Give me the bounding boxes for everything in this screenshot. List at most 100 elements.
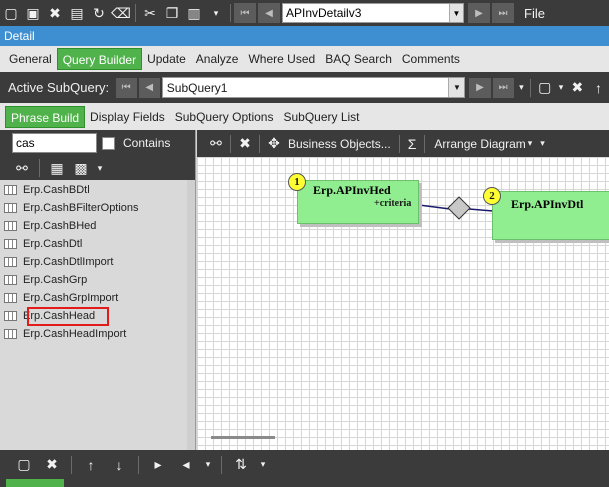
clear-icon[interactable]: ⌫ — [110, 2, 132, 24]
list-item-selected[interactable]: Erp.CashHead — [0, 307, 195, 326]
chevron-down-icon[interactable]: ▾ — [95, 157, 105, 179]
bottom-tab-peek[interactable] — [6, 479, 64, 487]
toolbar-divider — [221, 455, 222, 474]
list-item[interactable]: Erp.CashDtlImport — [0, 253, 195, 271]
last-subquery-button[interactable]: ⏭ — [492, 77, 514, 98]
subquery-combo[interactable]: SubQuery1 ▼ — [161, 77, 466, 98]
delete-subquery-icon[interactable]: ✖ — [567, 77, 588, 99]
subquery-bar: Active SubQuery: ⏮ ◀ SubQuery1 ▼ ▶ ⏭ ▾ ▢… — [0, 72, 609, 103]
link-icon[interactable]: ⚯ — [12, 157, 32, 179]
business-objects-button[interactable]: Business Objects... — [288, 137, 391, 151]
tab-query-builder[interactable]: Query Builder — [56, 48, 143, 70]
refresh-icon[interactable]: ↻ — [88, 2, 110, 24]
table-icon[interactable]: ▦ — [47, 157, 67, 179]
delete-icon[interactable]: ✖ — [40, 454, 64, 476]
list-item[interactable]: Erp.CashBFilterOptions — [0, 199, 195, 217]
tab-phrase-build[interactable]: Phrase Build — [5, 105, 86, 128]
last-record-button[interactable]: ⏭ — [492, 3, 514, 23]
contains-label: Contains — [123, 136, 171, 150]
tab-general[interactable]: General — [4, 48, 57, 70]
table-icon — [4, 311, 17, 321]
list-item[interactable]: Erp.CashGrpImport — [0, 289, 195, 307]
list-item-label: Erp.CashBDtl — [23, 184, 90, 196]
tab-update[interactable]: Update — [142, 48, 191, 70]
subquery-value: SubQuery1 — [166, 80, 228, 95]
tab-comments[interactable]: Comments — [397, 48, 465, 70]
chevron-down-icon[interactable]: ▾ — [202, 454, 214, 476]
arrow-right-icon[interactable]: ▸ — [146, 454, 170, 476]
chevron-down-icon[interactable]: ▼ — [448, 78, 465, 97]
delete-icon[interactable]: ✖ — [44, 2, 66, 24]
table-icon — [4, 203, 17, 213]
copy-icon[interactable]: ❐ — [161, 2, 183, 24]
query-diagram-canvas[interactable]: Erp.APInvHed +criteria 1 Erp.APInvDtl 2 — [197, 157, 609, 450]
chevron-down-icon[interactable]: ▾ — [528, 138, 533, 149]
table-node-apinvdtl[interactable]: Erp.APInvDtl — [492, 191, 609, 240]
tab-subquery-options[interactable]: SubQuery Options — [170, 106, 279, 128]
tab-display-fields[interactable]: Display Fields — [85, 106, 170, 128]
business-objects-icon[interactable]: ✥ — [263, 133, 285, 155]
summary-button[interactable]: Σ — [403, 136, 422, 152]
first-record-button[interactable]: ⏮ — [234, 3, 256, 23]
query-id-combo[interactable]: APInvDetailv3 ▼ — [282, 3, 464, 23]
table-tools-row: ⚯ ▦ ▩ ▾ — [0, 156, 195, 180]
chevron-down-icon[interactable]: ▾ — [516, 77, 528, 99]
list-item-label: Erp.CashDtlImport — [23, 256, 114, 268]
chevron-down-icon[interactable]: ▼ — [449, 4, 463, 22]
arrow-left-icon[interactable]: ◂ — [174, 454, 198, 476]
table-group-icon[interactable]: ▩ — [71, 157, 91, 179]
new-subquery-icon[interactable]: ▢ — [534, 77, 555, 99]
list-item[interactable]: Erp.CashDtl — [0, 235, 195, 253]
close-icon[interactable]: ✖ — [234, 133, 256, 155]
list-item-label: Erp.CashBFilterOptions — [23, 202, 139, 214]
chevron-down-icon[interactable]: ▾ — [257, 454, 269, 476]
table-icon — [4, 329, 17, 339]
table-search-input[interactable] — [12, 133, 97, 153]
link-icon[interactable]: ⚯ — [205, 133, 227, 155]
first-subquery-button[interactable]: ⏮ — [115, 77, 137, 98]
file-menu[interactable]: File — [524, 6, 545, 21]
next-record-button[interactable]: ▶ — [468, 3, 490, 23]
tab-baq-search[interactable]: BAQ Search — [320, 48, 397, 70]
sort-icon[interactable]: ⇅ — [229, 454, 253, 476]
next-subquery-button[interactable]: ▶ — [469, 77, 491, 98]
highlight-box — [27, 307, 109, 326]
main-tabs: General Query Builder Update Analyze Whe… — [0, 46, 609, 72]
diagram-toolbar: ⚯ ✖ ✥ Business Objects... Σ Arrange Diag… — [197, 130, 609, 157]
node-number-badge: 1 — [288, 173, 306, 191]
arrow-up-icon[interactable]: ↑ — [79, 454, 103, 476]
new-icon[interactable]: ▢ — [0, 2, 22, 24]
list-item[interactable]: Erp.CashHeadImport — [0, 325, 195, 343]
horizontal-scrollbar[interactable] — [211, 436, 275, 439]
vertical-scrollbar[interactable] — [187, 180, 195, 450]
chevron-down-icon[interactable]: ▾ — [555, 77, 567, 99]
chevron-down-icon[interactable]: ▾ — [205, 2, 227, 24]
cut-icon[interactable]: ✂ — [139, 2, 161, 24]
chevron-down-icon[interactable]: ▾ — [540, 138, 545, 149]
paste-icon[interactable]: ▥ — [183, 2, 205, 24]
arrange-diagram-button[interactable]: Arrange Diagram — [434, 137, 525, 151]
tab-analyze[interactable]: Analyze — [191, 48, 244, 70]
list-item-label: Erp.CashHeadImport — [23, 328, 127, 340]
new-icon[interactable]: ▢ — [12, 454, 36, 476]
attachment-icon[interactable]: ▤ — [66, 2, 88, 24]
toolbar-divider — [138, 455, 139, 474]
top-toolbar: ▢ ▣ ✖ ▤ ↻ ⌫ ✂ ❐ ▥ ▾ ⏮ ◀ APInvDetailv3 ▼ … — [0, 0, 609, 26]
bottom-strip — [0, 479, 609, 487]
list-item[interactable]: Erp.CashBDtl — [0, 181, 195, 199]
criteria-link[interactable]: +criteria — [374, 198, 411, 209]
list-item[interactable]: Erp.CashGrp — [0, 271, 195, 289]
toolbar-divider — [259, 134, 260, 153]
arrow-down-icon[interactable]: ↓ — [107, 454, 131, 476]
tab-subquery-list[interactable]: SubQuery List — [278, 106, 364, 128]
tab-where-used[interactable]: Where Used — [243, 48, 320, 70]
table-icon — [4, 239, 17, 249]
table-icon — [4, 185, 17, 195]
table-node-apinvhed[interactable]: Erp.APInvHed +criteria — [297, 180, 419, 224]
save-icon[interactable]: ▣ — [22, 2, 44, 24]
arrow-up-icon[interactable]: ↑ — [588, 77, 609, 99]
list-item[interactable]: Erp.CashBHed — [0, 217, 195, 235]
previous-subquery-button[interactable]: ◀ — [138, 77, 160, 98]
previous-record-button[interactable]: ◀ — [258, 3, 280, 23]
contains-checkbox[interactable] — [102, 136, 115, 150]
